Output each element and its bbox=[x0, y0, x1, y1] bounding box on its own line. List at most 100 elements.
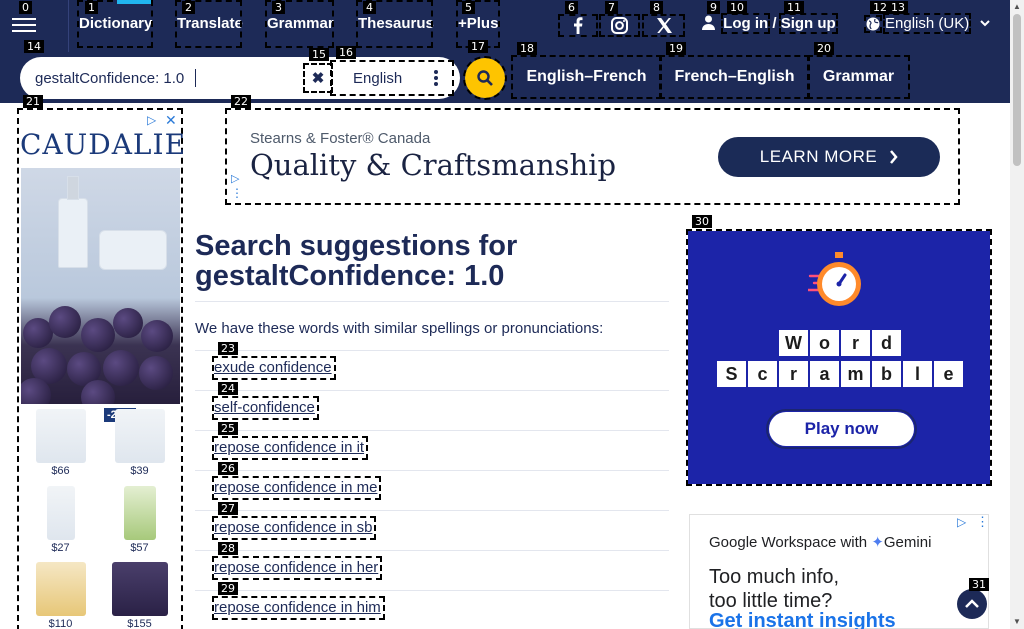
suggestion-link[interactable]: repose confidence in him bbox=[212, 596, 385, 620]
back-to-top-button[interactable] bbox=[957, 589, 987, 619]
marker: 24 bbox=[218, 382, 238, 395]
scroll-up-arrow[interactable]: ▲ bbox=[1012, 2, 1022, 11]
stopwatch-icon bbox=[808, 252, 861, 306]
divider bbox=[195, 550, 669, 551]
adchoices-icon[interactable]: ▷ bbox=[231, 172, 239, 185]
chevron-right-icon bbox=[890, 150, 898, 164]
google-ad-sponsor: Google Workspace with ✦Gemini bbox=[709, 534, 932, 551]
divider bbox=[195, 390, 669, 391]
ad-product-image[interactable] bbox=[21, 168, 180, 404]
marker: 8 bbox=[650, 1, 663, 14]
suggestion-link[interactable]: repose confidence in sb bbox=[211, 516, 377, 540]
ad-product-3[interactable]: $27 bbox=[33, 486, 88, 554]
login-separator: / bbox=[772, 15, 777, 32]
marker: 13 bbox=[888, 1, 908, 14]
marker: 11 bbox=[784, 1, 804, 14]
ad-product-4[interactable]: $57 bbox=[112, 486, 167, 554]
suggestion-link[interactable]: self-confidence bbox=[212, 396, 319, 420]
divider bbox=[195, 301, 669, 302]
page-title-query: gestaltConfidence: 1.0 bbox=[195, 260, 505, 292]
letter-tile: r bbox=[841, 330, 870, 356]
google-ad-link[interactable]: Get instant insights bbox=[709, 610, 896, 629]
page-title: Search suggestions for gestaltConfidence… bbox=[195, 231, 517, 291]
chevron-up-icon bbox=[965, 599, 979, 608]
user-icon bbox=[702, 15, 715, 34]
letter-tile: b bbox=[872, 361, 901, 387]
close-ad-icon[interactable]: ✕ bbox=[165, 112, 177, 129]
marker: 12 bbox=[870, 1, 890, 14]
marker: 30 bbox=[692, 215, 712, 228]
ad-brand-logo: CAUDALIE bbox=[20, 128, 187, 161]
learn-more-label: LEARN MORE bbox=[759, 147, 878, 166]
search-button[interactable] bbox=[463, 56, 507, 100]
marker: 17 bbox=[468, 40, 488, 53]
subnav-grammar[interactable]: Grammar bbox=[807, 55, 910, 99]
language-label[interactable]: English (UK) bbox=[882, 13, 972, 34]
divider bbox=[195, 590, 669, 591]
gemini-icon: ✦ bbox=[871, 534, 884, 551]
letter-tile: e bbox=[934, 361, 963, 387]
letter-tile: r bbox=[779, 361, 808, 387]
ad-product-6[interactable]: $155 bbox=[112, 562, 168, 629]
letter-tile: S bbox=[717, 361, 746, 387]
marker: 7 bbox=[605, 1, 618, 14]
scroll-down-arrow[interactable]: ▼ bbox=[1012, 617, 1022, 626]
play-now-button[interactable]: Play now bbox=[766, 409, 917, 449]
ad-product-2[interactable]: $39 bbox=[112, 409, 167, 477]
letter-tile: m bbox=[841, 361, 870, 387]
marker: 25 bbox=[218, 422, 238, 435]
learn-more-button[interactable]: LEARN MORE bbox=[718, 137, 940, 177]
ad-product-1[interactable]: $66 bbox=[33, 409, 88, 477]
marker: 2 bbox=[182, 1, 195, 14]
divider bbox=[195, 350, 669, 351]
clear-search-button[interactable]: ✖ bbox=[303, 63, 333, 93]
subnav-english-french[interactable]: English–French bbox=[511, 55, 662, 99]
letter-tile: a bbox=[810, 361, 839, 387]
instagram-icon[interactable] bbox=[599, 14, 640, 37]
letter-tile: W bbox=[779, 330, 808, 356]
signup-link[interactable]: Sign up bbox=[778, 13, 838, 34]
letter-tile: o bbox=[810, 330, 839, 356]
marker: 29 bbox=[218, 582, 238, 595]
adchoices-icon[interactable]: ▷ bbox=[147, 113, 156, 127]
banner-ad-brand: Stearns & Foster® Canada bbox=[250, 130, 431, 147]
suggestion-link[interactable]: exude confidence bbox=[212, 356, 336, 380]
divider bbox=[195, 430, 669, 431]
more-info-icon[interactable]: ⋮ bbox=[231, 186, 243, 200]
marker: 3 bbox=[272, 1, 285, 14]
dictionary-select[interactable]: English bbox=[330, 60, 454, 96]
more-info-icon[interactable]: ⋮ bbox=[976, 514, 989, 530]
globe-icon[interactable] bbox=[864, 14, 882, 33]
language-selector[interactable]: English (UK) bbox=[864, 13, 990, 34]
header-divider bbox=[68, 0, 69, 52]
menu-button[interactable] bbox=[12, 14, 36, 36]
subnav-french-english[interactable]: French–English bbox=[659, 55, 810, 99]
marker: 19 bbox=[666, 42, 686, 55]
suggestion-link[interactable]: repose confidence in her bbox=[211, 556, 383, 580]
search-input[interactable] bbox=[35, 69, 300, 87]
banner-ad-title: Quality & Craftsmanship bbox=[250, 148, 617, 182]
marker: 4 bbox=[363, 1, 376, 14]
facebook-icon[interactable] bbox=[558, 14, 598, 37]
suggestion-link[interactable]: repose confidence in it bbox=[211, 436, 369, 460]
suggestion-link[interactable]: repose confidence in me bbox=[211, 476, 382, 500]
scrollbar-thumb[interactable] bbox=[1013, 14, 1021, 166]
search-icon bbox=[477, 70, 493, 86]
text-cursor bbox=[195, 69, 196, 87]
page-title-line1: Search suggestions for bbox=[195, 230, 518, 262]
google-ad-headline: Too much info, too little time? bbox=[709, 566, 840, 612]
marker: 31 bbox=[969, 578, 989, 591]
divider bbox=[195, 470, 669, 471]
x-icon[interactable] bbox=[642, 14, 685, 37]
marker: 21 bbox=[23, 95, 43, 108]
login-link[interactable]: Log in bbox=[721, 13, 771, 34]
adchoices-icon[interactable]: ▷ bbox=[957, 515, 966, 529]
marker: 28 bbox=[218, 542, 238, 555]
marker: 1 bbox=[85, 1, 98, 14]
more-options-icon bbox=[434, 70, 438, 88]
ad-product-5[interactable]: $110 bbox=[33, 562, 88, 629]
marker: 5 bbox=[462, 1, 475, 14]
marker: 10 bbox=[727, 1, 747, 14]
marker: 9 bbox=[707, 1, 720, 14]
divider bbox=[195, 510, 669, 511]
